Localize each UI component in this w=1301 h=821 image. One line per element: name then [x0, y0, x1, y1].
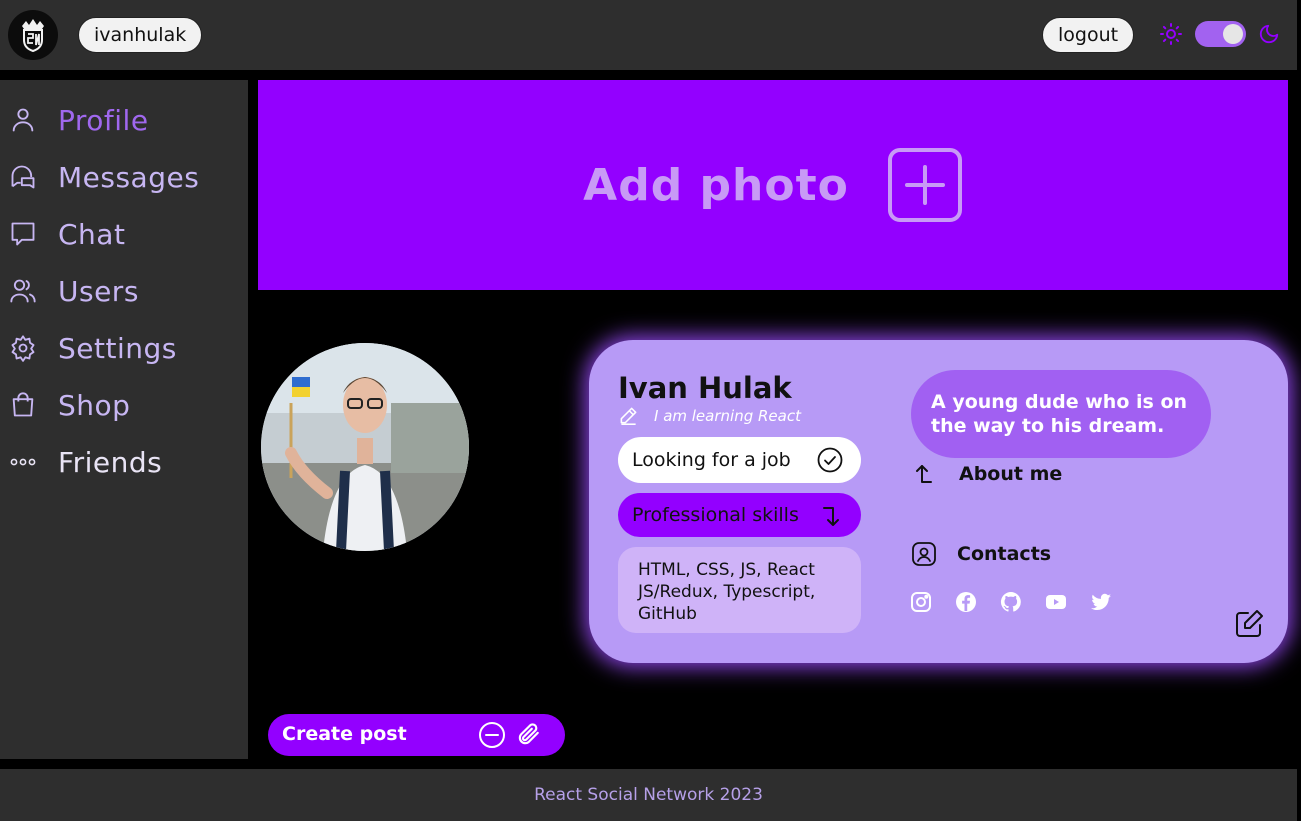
footer: React Social Network 2023: [0, 769, 1297, 821]
shopping-bag-icon: [8, 390, 38, 420]
avatar[interactable]: [261, 343, 469, 551]
contacts-label: Contacts: [957, 543, 1052, 565]
arrow-down-turn-icon: [823, 507, 839, 526]
youtube-icon[interactable]: [1044, 590, 1068, 614]
users-icon: [8, 276, 38, 306]
sun-icon[interactable]: [1159, 22, 1183, 46]
github-icon[interactable]: [999, 590, 1023, 614]
sidebar: Profile Messages Chat Users Settings Sho…: [0, 80, 248, 759]
about-me-toggle[interactable]: About me: [911, 462, 1062, 486]
twitter-icon[interactable]: [1089, 590, 1113, 614]
arrow-up-turn-icon: [916, 465, 932, 483]
create-post-bar[interactable]: Create post: [268, 714, 565, 756]
sidebar-item-label: Chat: [58, 217, 126, 251]
sidebar-item-label: Profile: [58, 103, 149, 137]
pencil-icon: [620, 407, 637, 425]
job-status-label: Looking for a job: [632, 449, 791, 471]
gear-icon: [8, 333, 38, 363]
sidebar-item-label: Friends: [58, 445, 163, 479]
moon-icon[interactable]: [1258, 23, 1280, 45]
header: ivanhulak logout: [0, 0, 1297, 70]
plus-square-icon: [887, 148, 962, 222]
sidebar-item-messages[interactable]: Messages: [8, 157, 199, 197]
contacts-header: Contacts: [911, 541, 1051, 567]
instagram-icon[interactable]: [909, 590, 933, 614]
add-photo-button[interactable]: Add photo: [258, 80, 1288, 290]
sidebar-item-shop[interactable]: Shop: [8, 385, 130, 425]
check-circle-icon: [817, 447, 843, 473]
create-post-label: Create post: [282, 723, 407, 745]
sidebar-item-label: Users: [58, 274, 139, 308]
theme-toggle[interactable]: [1195, 21, 1246, 47]
edit-icon[interactable]: [1234, 609, 1264, 639]
contact-card-icon: [912, 542, 936, 566]
professional-skills-label: Professional skills: [632, 504, 799, 526]
footer-text: React Social Network 2023: [534, 785, 763, 805]
profile-name: Ivan Hulak: [618, 371, 792, 405]
sidebar-item-label: Settings: [58, 331, 177, 365]
sidebar-item-chat[interactable]: Chat: [8, 214, 125, 254]
crown-logo-icon[interactable]: [8, 10, 58, 60]
minus-circle-icon[interactable]: [478, 721, 506, 749]
paperclip-icon[interactable]: [515, 721, 541, 747]
profile-card: Ivan Hulak I am learning React Looking f…: [589, 340, 1288, 663]
sidebar-item-friends[interactable]: Friends: [8, 442, 162, 482]
messages-icon: [8, 162, 38, 192]
logout-button[interactable]: logout: [1042, 17, 1135, 53]
facebook-icon[interactable]: [954, 590, 978, 614]
job-status-pill: Looking for a job: [618, 437, 861, 483]
social-links: [909, 590, 1134, 614]
sidebar-item-settings[interactable]: Settings: [8, 328, 177, 368]
status-row[interactable]: I am learning React: [619, 406, 801, 425]
chat-icon: [8, 219, 38, 249]
dots-icon: [8, 447, 38, 477]
add-photo-label: Add photo: [583, 159, 849, 211]
sidebar-item-label: Shop: [58, 388, 131, 422]
toggle-knob: [1223, 24, 1243, 44]
sidebar-item-label: Messages: [58, 160, 200, 194]
professional-skills-button[interactable]: Professional skills: [618, 493, 861, 537]
user-icon: [8, 105, 38, 135]
status-text: I am learning React: [654, 406, 801, 425]
about-text: A young dude who is on the way to his dr…: [911, 370, 1211, 458]
sidebar-item-users[interactable]: Users: [8, 271, 139, 311]
username-badge[interactable]: ivanhulak: [78, 17, 203, 53]
about-me-label: About me: [959, 463, 1063, 485]
sidebar-item-profile[interactable]: Profile: [8, 100, 149, 140]
skills-text: HTML, CSS, JS, React JS/Redux, Typescrip…: [618, 547, 861, 633]
